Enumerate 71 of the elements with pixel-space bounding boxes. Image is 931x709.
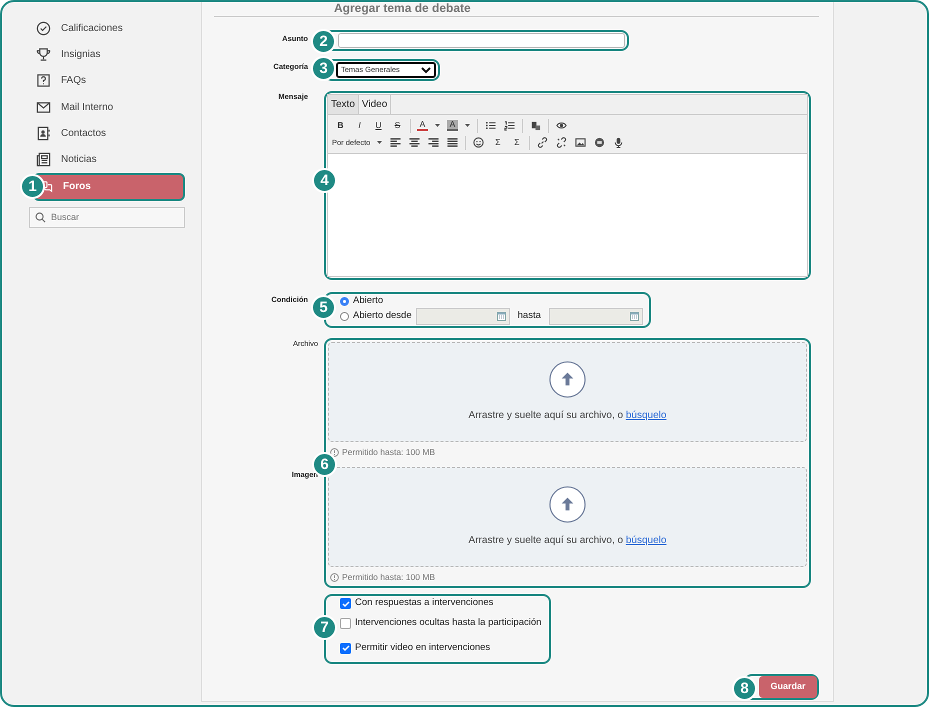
checkbox[interactable] bbox=[340, 618, 351, 628]
sidebar-item[interactable]: Contactos bbox=[2, 120, 201, 146]
caret-icon[interactable] bbox=[377, 141, 382, 144]
contact-card-icon bbox=[36, 126, 51, 141]
highlight-button[interactable]: A bbox=[447, 120, 458, 131]
option-label: Abierto bbox=[353, 294, 384, 308]
search-field[interactable]: Buscar bbox=[29, 206, 185, 228]
newspaper-icon bbox=[36, 152, 51, 168]
microphone-icon[interactable] bbox=[613, 137, 624, 148]
drop-instructions: Arrastre y suelte aquí su archivo, o búsquelo bbox=[468, 409, 666, 423]
callout-number: 4 bbox=[312, 168, 337, 193]
until-label: hasta bbox=[518, 309, 541, 324]
sidebar-item[interactable]: Calificaciones bbox=[2, 15, 201, 42]
text-color-button[interactable]: A bbox=[417, 120, 428, 131]
symbol-button[interactable]: Σ bbox=[508, 135, 526, 150]
save-button[interactable]: Guardar bbox=[759, 676, 817, 698]
align-center-icon[interactable] bbox=[409, 137, 420, 148]
format-button[interactable]: B bbox=[332, 118, 349, 133]
info-icon bbox=[330, 448, 339, 457]
symbol-button[interactable]: Σ bbox=[489, 135, 506, 150]
sidebar-item[interactable]: FAQs bbox=[2, 68, 201, 94]
eye-icon[interactable] bbox=[556, 120, 567, 131]
unlink-icon[interactable] bbox=[556, 137, 568, 148]
paste-icon[interactable] bbox=[530, 120, 541, 131]
file-drop-zone[interactable]: Arrastre y suelte aquí su archivo, o búsquelo bbox=[328, 342, 807, 442]
chevron-down-icon bbox=[421, 66, 431, 74]
browse-link[interactable]: búsquelo bbox=[626, 410, 666, 421]
caret-icon[interactable] bbox=[435, 124, 440, 127]
smiley-icon[interactable] bbox=[473, 137, 484, 148]
sidebar-item[interactable]: Insignias bbox=[2, 41, 201, 68]
sidebar-item[interactable]: Noticias bbox=[2, 146, 201, 173]
media-icon[interactable] bbox=[594, 137, 606, 148]
size-limit-hint: Permitido hasta: 100 MB bbox=[342, 446, 436, 459]
align-right-icon[interactable] bbox=[428, 137, 440, 148]
option-label: Intervenciones ocultas hasta la participación bbox=[355, 616, 542, 630]
link-icon[interactable] bbox=[537, 137, 548, 148]
justify-icon[interactable] bbox=[447, 137, 458, 148]
envelope-icon bbox=[36, 100, 51, 115]
check-circle-icon bbox=[36, 20, 51, 36]
image-icon[interactable] bbox=[575, 137, 586, 148]
option-label: Permitir video en intervenciones bbox=[355, 640, 490, 655]
checkbox[interactable] bbox=[340, 642, 351, 654]
size-limit-hint: Permitido hasta: 100 MB bbox=[342, 570, 436, 584]
numbered-list-icon[interactable] bbox=[504, 120, 515, 131]
format-button[interactable]: U bbox=[370, 118, 387, 133]
radio-button[interactable] bbox=[340, 312, 349, 321]
format-button[interactable]: S bbox=[389, 118, 406, 133]
file-drop-zone[interactable]: Arrastre y suelte aquí su archivo, o búsquelo bbox=[328, 466, 807, 567]
browse-link[interactable]: búsquelo bbox=[626, 534, 666, 546]
checkbox[interactable] bbox=[340, 598, 351, 609]
radio-button[interactable] bbox=[340, 297, 349, 306]
editor-tab[interactable]: Texto bbox=[328, 95, 359, 114]
callout-number: 1 bbox=[20, 174, 45, 199]
info-icon bbox=[330, 572, 339, 582]
drop-instructions: Arrastre y suelte aquí su archivo, o búsquelo bbox=[468, 534, 666, 548]
callout-number: 8 bbox=[732, 676, 757, 700]
question-icon bbox=[36, 73, 51, 88]
callout-number: 7 bbox=[312, 614, 337, 640]
callout-number: 2 bbox=[311, 29, 336, 54]
form-title: Agregar tema de debate bbox=[334, 2, 472, 15]
trophy-icon bbox=[36, 46, 51, 62]
align-left-icon[interactable] bbox=[390, 137, 402, 148]
sidebar-item[interactable]: Mail Interno bbox=[2, 94, 201, 120]
callout-number: 3 bbox=[311, 56, 336, 81]
callout-number: 5 bbox=[311, 295, 336, 320]
bullet-list-icon[interactable] bbox=[485, 120, 496, 131]
format-button[interactable]: I bbox=[351, 118, 368, 133]
caret-icon[interactable] bbox=[465, 124, 470, 127]
subject-field[interactable] bbox=[338, 33, 625, 48]
option-label: Abierto desde bbox=[353, 309, 412, 324]
option-label: Con respuestas a intervenciones bbox=[355, 596, 494, 610]
